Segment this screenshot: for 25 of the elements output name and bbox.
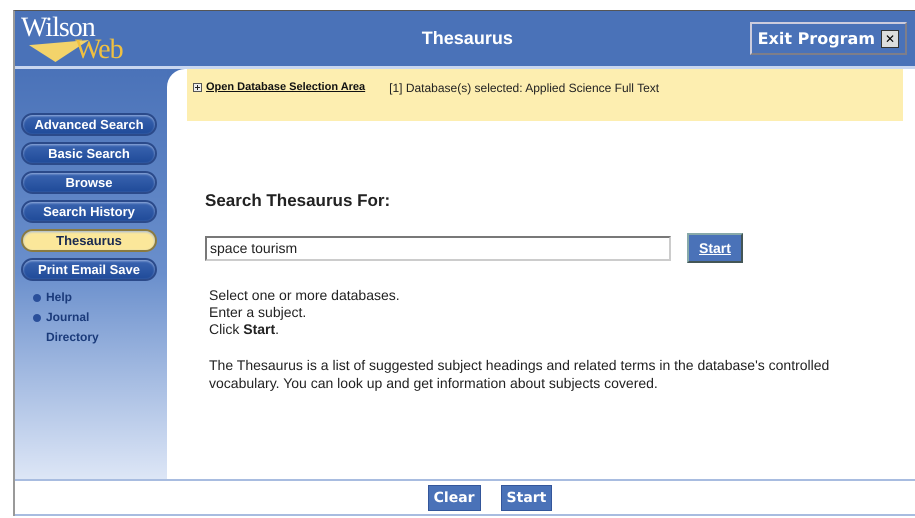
nav-button[interactable]: Advanced Search <box>21 113 157 136</box>
expand-icon[interactable] <box>193 82 202 92</box>
instruction-text: Select one or more databases. <box>209 287 401 304</box>
instruction-text: Enter a subject. <box>209 304 308 321</box>
open-database-selection-link[interactable]: Open Database Selection Area <box>206 81 366 93</box>
page-title: Thesaurus <box>420 28 514 49</box>
search-heading: Search Thesaurus For: <box>205 191 392 211</box>
nav-button[interactable]: Thesaurus <box>21 229 157 252</box>
nav-link[interactable]: Journal Directory <box>46 307 116 347</box>
nav-button[interactable]: Search History <box>21 200 157 223</box>
database-status: [1] Database(s) selected: Applied Science Full Text <box>389 81 660 95</box>
nav-button[interactable]: Browse <box>21 171 157 194</box>
close-icon: ✕ <box>881 30 899 48</box>
start-button[interactable]: Start <box>687 233 743 263</box>
search-field[interactable]: space tourism <box>205 236 671 260</box>
footer-button[interactable]: Start <box>500 484 552 510</box>
bullet-icon <box>33 314 41 322</box>
nav-button[interactable]: Basic Search <box>21 142 157 165</box>
nav-button[interactable]: Print Email Save <box>21 258 157 281</box>
instruction-text: Click Start. <box>209 321 280 338</box>
bullet-icon <box>33 294 41 302</box>
nav-link[interactable]: Help <box>46 287 116 307</box>
description-text: The Thesaurus is a list of suggested subject headings and related terms in the database's controlled vocabulary. You can look up and get information about subjects covered. <box>209 356 830 392</box>
footer-button[interactable]: Clear <box>428 484 481 510</box>
exit-program-button[interactable]: Exit Program ✕ <box>750 22 907 55</box>
